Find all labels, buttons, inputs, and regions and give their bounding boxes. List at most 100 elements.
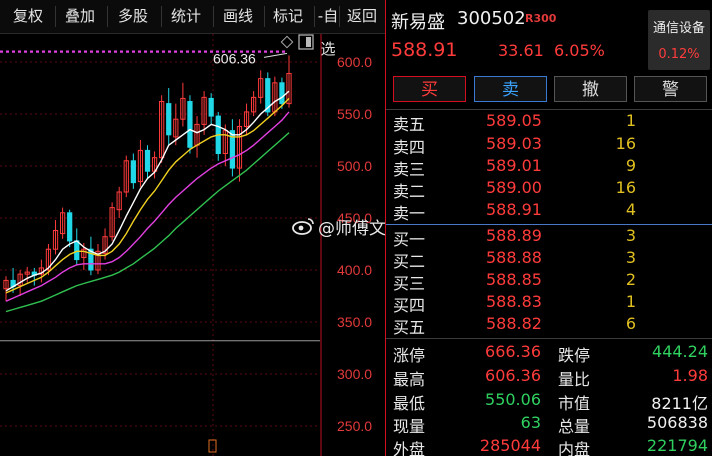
toolbar-divider [213, 6, 214, 27]
stat-value: 666.36 [485, 342, 541, 361]
sector-pct: 0.12% [658, 47, 700, 62]
ask-volume: 1 [625, 111, 636, 130]
diamond-icon [280, 35, 294, 49]
bid-volume: 3 [625, 226, 636, 245]
stats-row: 涨停 666.36 跌停 444.24 [386, 342, 712, 366]
bid-volume: 2 [625, 270, 636, 289]
toolbar-multi-stock[interactable]: 多股 [111, 0, 155, 33]
stat-value: 550.06 [485, 390, 541, 409]
toolbar-divider [161, 6, 162, 27]
toolbar-draw-line[interactable]: 画线 [216, 0, 260, 33]
toolbar-mark[interactable]: 标记 [266, 0, 310, 33]
stock-code: 300502 [457, 8, 526, 29]
ask-row[interactable]: 卖二 589.00 16 [386, 178, 712, 201]
toolbar-back[interactable]: 返回 [342, 0, 382, 33]
stat-label: 最高 [393, 370, 426, 389]
sector-card[interactable]: 通信设备 0.12% [648, 10, 710, 70]
stock-app: 复权 叠加 多股 统计 画线 标记 -自选 返回 600.0 550.0 500.0… [0, 0, 712, 456]
ask-label: 卖五 [393, 115, 426, 134]
candle-body [279, 82, 285, 105]
ask-row[interactable]: 卖三 589.01 9 [386, 156, 712, 179]
stat-label: 市值 [558, 394, 591, 413]
toolbar-divider [55, 6, 56, 27]
ask-label: 卖四 [393, 138, 426, 157]
bid-price: 588.89 [486, 226, 542, 245]
bid-label: 买三 [393, 274, 426, 293]
toolbar-remove-watchlist[interactable]: -自选 [316, 0, 340, 58]
y-tick-label: 600.0 [337, 54, 372, 70]
bid-price: 588.88 [486, 248, 542, 267]
stat-label: 涨停 [393, 346, 426, 365]
bid-row[interactable]: 买三 588.85 2 [386, 270, 712, 293]
ask-price: 589.03 [486, 134, 542, 153]
bid-volume: 3 [625, 248, 636, 267]
price-change-pct: 6.05% [554, 41, 605, 60]
stats-row: 最高 606.36 量比 1.98 [386, 366, 712, 390]
panel-toggle-icon-fill [306, 37, 311, 47]
ask-row[interactable]: 卖一 588.91 4 [386, 200, 712, 223]
candle-body [208, 97, 214, 117]
candle-body [187, 101, 193, 148]
ask-volume: 16 [615, 178, 636, 197]
ask-row[interactable]: 卖五 589.05 1 [386, 111, 712, 134]
ask-volume: 4 [625, 200, 636, 219]
toolbar-divider [339, 6, 340, 27]
candle-body [166, 103, 172, 136]
last-price: 588.91 [391, 39, 458, 61]
stat-value: 606.36 [485, 366, 541, 385]
stat-label: 最低 [393, 394, 426, 413]
stats-row: 外盘 285044 内盘 221794 [386, 436, 712, 456]
chart-toolbar: 复权 叠加 多股 统计 画线 标记 -自选 返回 [0, 0, 385, 58]
stat-label: 内盘 [558, 440, 591, 456]
y-tick-label: 350.0 [337, 314, 372, 330]
candlestick-chart[interactable]: 600.0550.0500.0450.0400.0350.0300.0250.0… [0, 34, 385, 456]
buy-button[interactable]: 买 [393, 76, 466, 102]
toolbar-divider [264, 6, 265, 27]
stat-value: 506838 [646, 413, 708, 432]
stats-row: 最低 550.06 市值 8211亿 [386, 390, 712, 414]
stat-label: 跌停 [558, 346, 591, 365]
divider [386, 109, 712, 110]
bid-label: 买一 [393, 230, 426, 249]
ask-row[interactable]: 卖四 589.03 16 [386, 134, 712, 157]
bid-price: 588.85 [486, 270, 542, 289]
high-annotation-arrow [263, 52, 288, 58]
toolbar-overlay[interactable]: 叠加 [58, 0, 102, 33]
bid-row[interactable]: 买一 588.89 3 [386, 226, 712, 249]
candle-body [130, 160, 136, 184]
bid-label: 买四 [393, 296, 426, 315]
sell-button[interactable]: 卖 [474, 76, 547, 102]
alert-button[interactable]: 警 [634, 76, 707, 102]
weibo-icon [292, 218, 314, 235]
high-annotation-label: 606.36 [213, 50, 256, 66]
stats-row: 现量 63 总量 506838 [386, 413, 712, 437]
ask-price: 589.05 [486, 111, 542, 130]
ask-label: 卖一 [393, 204, 426, 223]
toolbar-divider [314, 6, 315, 27]
bid-row[interactable]: 买五 588.82 6 [386, 314, 712, 337]
ask-price: 589.00 [486, 178, 542, 197]
toolbar-statistics[interactable]: 统计 [164, 0, 208, 33]
price-change: 33.61 [498, 41, 544, 60]
toolbar-restore-rights[interactable]: 复权 [6, 0, 50, 33]
cancel-order-button[interactable]: 撤 [554, 76, 627, 102]
candle-body [144, 149, 151, 172]
bid-price: 588.83 [486, 292, 542, 311]
bid-price: 588.82 [486, 314, 542, 333]
quote-panel: 新易盛 300502 R300 588.91 33.61 6.05% 通信设备 … [385, 0, 712, 456]
ask-volume: 9 [625, 156, 636, 175]
bid-row[interactable]: 买四 588.83 1 [386, 292, 712, 315]
stat-value: 8211亿 [651, 394, 708, 413]
stat-label: 总量 [558, 417, 591, 436]
stat-value: 63 [520, 413, 541, 432]
ask-price: 589.01 [486, 156, 542, 175]
stat-value: 221794 [646, 436, 708, 455]
bid-row[interactable]: 买二 588.88 3 [386, 248, 712, 271]
stat-value: 444.24 [652, 342, 708, 361]
stat-label: 现量 [393, 417, 426, 436]
divider [386, 338, 712, 339]
y-tick-label: 400.0 [337, 262, 372, 278]
stock-name: 新易盛 [391, 12, 445, 33]
ask-price: 588.91 [486, 200, 542, 219]
stat-label: 外盘 [393, 440, 426, 456]
